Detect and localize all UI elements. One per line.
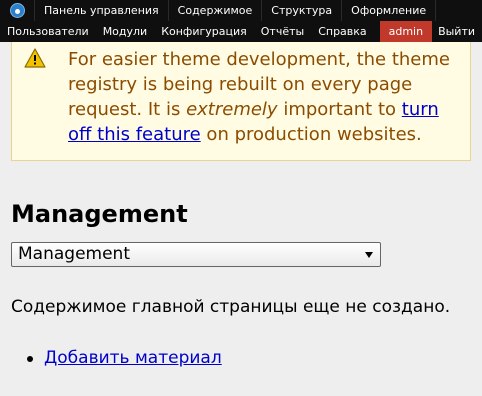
- toolbar-item-appearance[interactable]: Оформление: [342, 0, 437, 21]
- action-links: Добавить материал: [11, 346, 222, 370]
- list-item: Добавить материал: [11, 346, 222, 370]
- add-content-link[interactable]: Добавить материал: [44, 348, 222, 368]
- toolbar-item-help[interactable]: Справка: [311, 21, 373, 42]
- toolbar-item-structure[interactable]: Структура: [262, 0, 343, 21]
- home-button[interactable]: [0, 0, 35, 21]
- select-value: Management: [18, 244, 130, 264]
- toolbar-item-reports[interactable]: Отчёты: [254, 21, 311, 42]
- toolbar-item-content[interactable]: Содержимое: [169, 0, 263, 21]
- toolbar-menu-secondary: Пользователи Модули Конфигурация Отчёты …: [0, 21, 482, 42]
- warning-text-part2: important to: [277, 99, 402, 120]
- toolbar-item-people[interactable]: Пользователи: [0, 21, 96, 42]
- empty-front-page-message: Содержимое главной страницы еще не созда…: [11, 297, 451, 317]
- drupal-icon: [9, 3, 25, 18]
- toolbar-item-modules[interactable]: Модули: [96, 21, 155, 42]
- warning-text: For easier theme development, the theme …: [68, 47, 466, 147]
- management-select[interactable]: Management: [11, 242, 381, 267]
- warning-emphasis: extremely: [186, 99, 278, 120]
- toolbar-item-dashboard[interactable]: Панель управления: [35, 0, 169, 21]
- warning-icon: [24, 48, 46, 68]
- toolbar-item-configuration[interactable]: Конфигурация: [154, 21, 254, 42]
- page-title: Management: [11, 200, 188, 228]
- user-account-link[interactable]: admin: [379, 21, 433, 42]
- logout-link[interactable]: Выйти: [434, 21, 482, 42]
- warning-message: For easier theme development, the theme …: [11, 42, 471, 161]
- warning-text-part3: on production websites.: [200, 124, 422, 145]
- admin-toolbar: Панель управления Содержимое Структура О…: [0, 0, 482, 42]
- chevron-down-icon: [365, 252, 373, 258]
- toolbar-menu: Панель управления Содержимое Структура О…: [0, 0, 482, 21]
